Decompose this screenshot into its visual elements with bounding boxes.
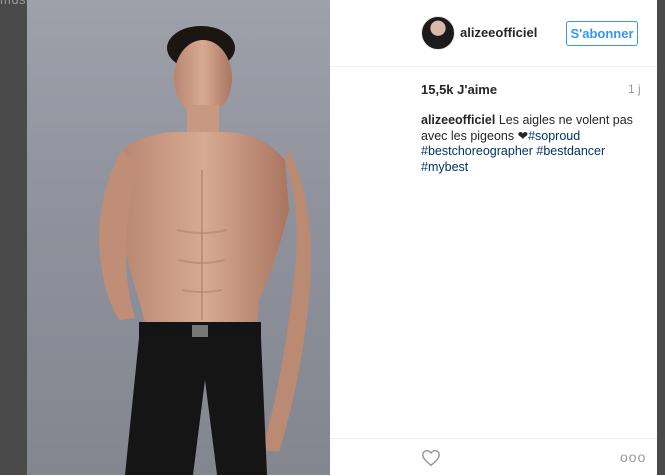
post-details-panel: alizeeofficiel S'abonner 15,5k J'aime 1 … bbox=[330, 0, 657, 475]
caption-username[interactable]: alizeeofficiel bbox=[421, 113, 495, 127]
hashtag-link[interactable]: #mybest bbox=[421, 160, 468, 174]
post-actions: ooo bbox=[330, 438, 657, 476]
likes-count[interactable]: 15,5k J'aime bbox=[421, 82, 497, 97]
post-header: alizeeofficiel S'abonner bbox=[330, 0, 657, 67]
more-options-icon[interactable]: ooo bbox=[620, 449, 646, 465]
heart-icon[interactable] bbox=[421, 449, 441, 467]
caption-heart: ❤ bbox=[517, 128, 529, 143]
hashtag-link[interactable]: #soproud bbox=[528, 129, 580, 143]
background-overlay-left bbox=[0, 0, 27, 475]
hashtag-link[interactable]: #bestdancer bbox=[536, 144, 605, 158]
follow-button[interactable]: S'abonner bbox=[566, 21, 638, 46]
hashtag-link[interactable]: #bestchoreographer bbox=[421, 144, 533, 158]
background-overlay-right bbox=[657, 0, 665, 475]
post-photo[interactable] bbox=[27, 0, 330, 475]
post-photo-figure bbox=[99, 26, 311, 475]
post-age[interactable]: 1 j bbox=[628, 82, 641, 96]
post-username[interactable]: alizeeofficiel bbox=[460, 25, 537, 40]
avatar[interactable] bbox=[421, 16, 455, 50]
post-caption: alizeeofficiel Les aigles ne volent pas … bbox=[421, 113, 641, 175]
